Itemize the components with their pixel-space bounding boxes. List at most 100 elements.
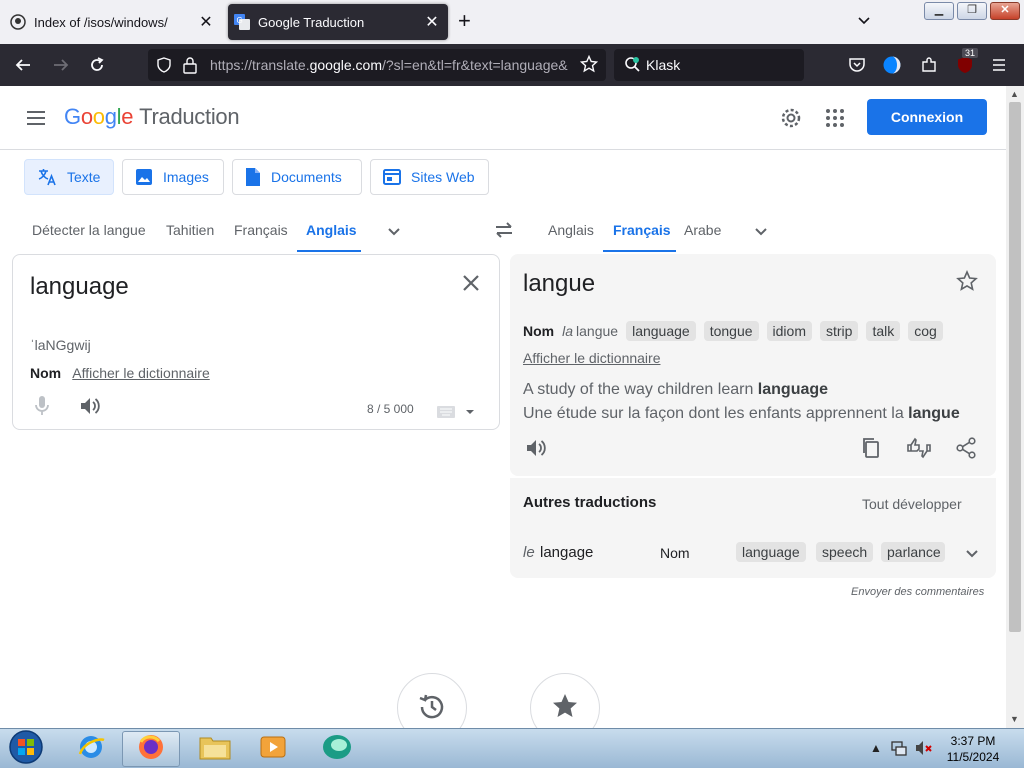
settings-gear-icon[interactable] <box>779 106 803 130</box>
chevron-down-icon[interactable] <box>856 12 872 33</box>
media-player-taskbar[interactable] <box>244 731 302 767</box>
saved-button[interactable] <box>530 673 600 728</box>
target-language-bar: Anglais Français Arabe <box>510 210 1006 252</box>
maximize-window-button[interactable]: ❐ <box>957 2 987 20</box>
scrollbar-thumb[interactable] <box>1009 102 1021 632</box>
mode-websites-button[interactable]: Sites Web <box>370 159 489 195</box>
source-lang-french[interactable]: Français <box>234 222 288 238</box>
main-menu-icon[interactable] <box>24 106 48 135</box>
svg-text:G: G <box>237 16 243 25</box>
file-explorer-taskbar[interactable] <box>186 731 244 767</box>
speaker-icon[interactable] <box>525 438 547 463</box>
save-translation-star-icon[interactable] <box>956 269 978 297</box>
mode-documents-button[interactable]: Documents <box>232 159 362 195</box>
bookmark-star-icon[interactable] <box>579 54 599 78</box>
send-feedback-link[interactable]: Envoyer des commentaires <box>851 586 984 598</box>
sign-in-button[interactable]: Connexion <box>867 99 987 135</box>
extension-badge: 31 <box>962 48 979 58</box>
scroll-up-icon[interactable]: ▲ <box>1010 89 1019 99</box>
transliteration: ˈlaNGgwij <box>30 337 91 353</box>
synonym-chip[interactable]: idiom <box>766 321 812 341</box>
close-tab-icon[interactable]: ✕ <box>422 12 442 32</box>
target-lang-arabic[interactable]: Arabe <box>684 222 721 238</box>
microphone-icon[interactable] <box>33 395 51 422</box>
start-button[interactable] <box>0 729 52 767</box>
close-window-button[interactable]: ✕ <box>990 2 1020 20</box>
part-of-speech: Nom <box>30 365 62 381</box>
synonym-chip[interactable]: tongue <box>703 321 759 341</box>
chevron-down-icon[interactable] <box>385 222 403 243</box>
vpn-globe-icon[interactable] <box>881 54 903 76</box>
synonym-chip[interactable]: language <box>626 321 696 341</box>
copy-icon[interactable] <box>861 437 881 464</box>
media-player-icon <box>259 733 287 766</box>
clock-time: 3:37 PM <box>950 734 996 748</box>
volume-muted-icon[interactable] <box>914 739 934 760</box>
apps-grid-icon[interactable] <box>823 106 847 130</box>
app-taskbar[interactable] <box>308 731 366 767</box>
source-lang-english[interactable]: Anglais <box>306 222 357 238</box>
extensions-puzzle-icon[interactable] <box>918 54 940 76</box>
back-arrow-icon[interactable] <box>12 54 34 76</box>
address-bar[interactable]: https://translate.google.com/?sl=en&tl=f… <box>148 49 606 81</box>
selected-lang-indicator <box>297 250 361 252</box>
search-box[interactable]: Klask <box>614 49 804 81</box>
translation-panel: langue Nom la langue language tongue idi… <box>510 254 996 476</box>
clear-text-icon[interactable] <box>461 273 481 298</box>
mode-images-button[interactable]: Images <box>122 159 224 195</box>
url-text: https://translate.google.com/?sl=en&tl=f… <box>210 57 568 73</box>
reload-icon[interactable] <box>86 54 108 76</box>
show-dictionary-link[interactable]: Afficher le dictionnaire <box>523 350 660 366</box>
article: le <box>523 544 535 561</box>
google-translate-logo[interactable]: Google Traduction <box>64 104 240 130</box>
rate-translation-icon[interactable] <box>906 437 932 464</box>
system-clock[interactable]: 3:37 PM 11/5/2024 <box>938 733 1008 765</box>
expand-all-button[interactable]: Tout développer <box>862 496 962 512</box>
scroll-down-icon[interactable]: ▼ <box>1010 714 1019 724</box>
synonym-chip[interactable]: speech <box>816 542 874 562</box>
tab-google-translate[interactable]: G Google Traduction ✕ <box>228 4 448 40</box>
history-button[interactable] <box>397 673 467 728</box>
shield-icon[interactable] <box>156 57 172 78</box>
hamburger-menu-icon[interactable] <box>988 54 1010 76</box>
mode-text-button[interactable]: Texte <box>24 159 114 195</box>
network-icon[interactable] <box>890 739 908 760</box>
other-translations-panel: Autres traductions Tout développer le la… <box>510 478 996 578</box>
minimize-window-button[interactable]: ▁ <box>924 2 954 20</box>
article: la <box>562 323 574 339</box>
close-tab-icon[interactable]: ✕ <box>196 12 216 32</box>
internet-explorer-taskbar[interactable] <box>62 731 120 767</box>
source-text-input[interactable]: language <box>30 273 129 301</box>
speaker-icon[interactable] <box>79 396 101 421</box>
tab-isos[interactable]: Index of /isos/windows/ ✕ <box>4 4 222 40</box>
page-scrollbar[interactable]: ▲ ▼ <box>1006 86 1024 728</box>
usage-example: A study of the way children learn langua… <box>523 381 960 422</box>
source-lang-tahitian[interactable]: Tahitien <box>166 222 214 238</box>
keyboard-icon[interactable] <box>437 405 455 423</box>
lock-icon[interactable] <box>182 56 198 79</box>
firefox-taskbar[interactable] <box>122 731 180 767</box>
new-tab-icon[interactable]: + <box>458 10 471 32</box>
synonym-chip[interactable]: strip <box>820 321 859 341</box>
caret-down-icon[interactable] <box>465 404 475 422</box>
source-lang-detect[interactable]: Détecter la langue <box>32 222 146 238</box>
target-lang-french[interactable]: Français <box>613 222 671 238</box>
pocket-icon[interactable] <box>846 54 868 76</box>
synonym-chip[interactable]: cog <box>908 321 943 341</box>
show-dictionary-link[interactable]: Afficher le dictionnaire <box>72 365 209 381</box>
synonym-chip[interactable]: parlance <box>881 542 945 562</box>
mode-label: Texte <box>67 169 101 185</box>
show-hidden-icons[interactable]: ▲ <box>870 741 882 755</box>
chevron-down-icon[interactable] <box>752 222 770 243</box>
ublock-icon[interactable]: 31 <box>954 48 979 76</box>
source-text-panel[interactable]: language ˈlaNGgwij Nom Afficher le dicti… <box>12 254 500 430</box>
chevron-down-icon[interactable] <box>963 544 981 566</box>
target-lang-english[interactable]: Anglais <box>548 222 594 238</box>
synonym-chip[interactable]: language <box>736 542 806 562</box>
synonym-chip[interactable]: talk <box>866 321 901 341</box>
alt-word: langage <box>540 544 594 561</box>
search-engine-icon <box>624 56 642 79</box>
alt-translation-row[interactable]: le langage Nom language speech parlance <box>523 540 987 568</box>
forward-arrow-icon[interactable] <box>50 54 72 76</box>
share-icon[interactable] <box>956 437 976 464</box>
